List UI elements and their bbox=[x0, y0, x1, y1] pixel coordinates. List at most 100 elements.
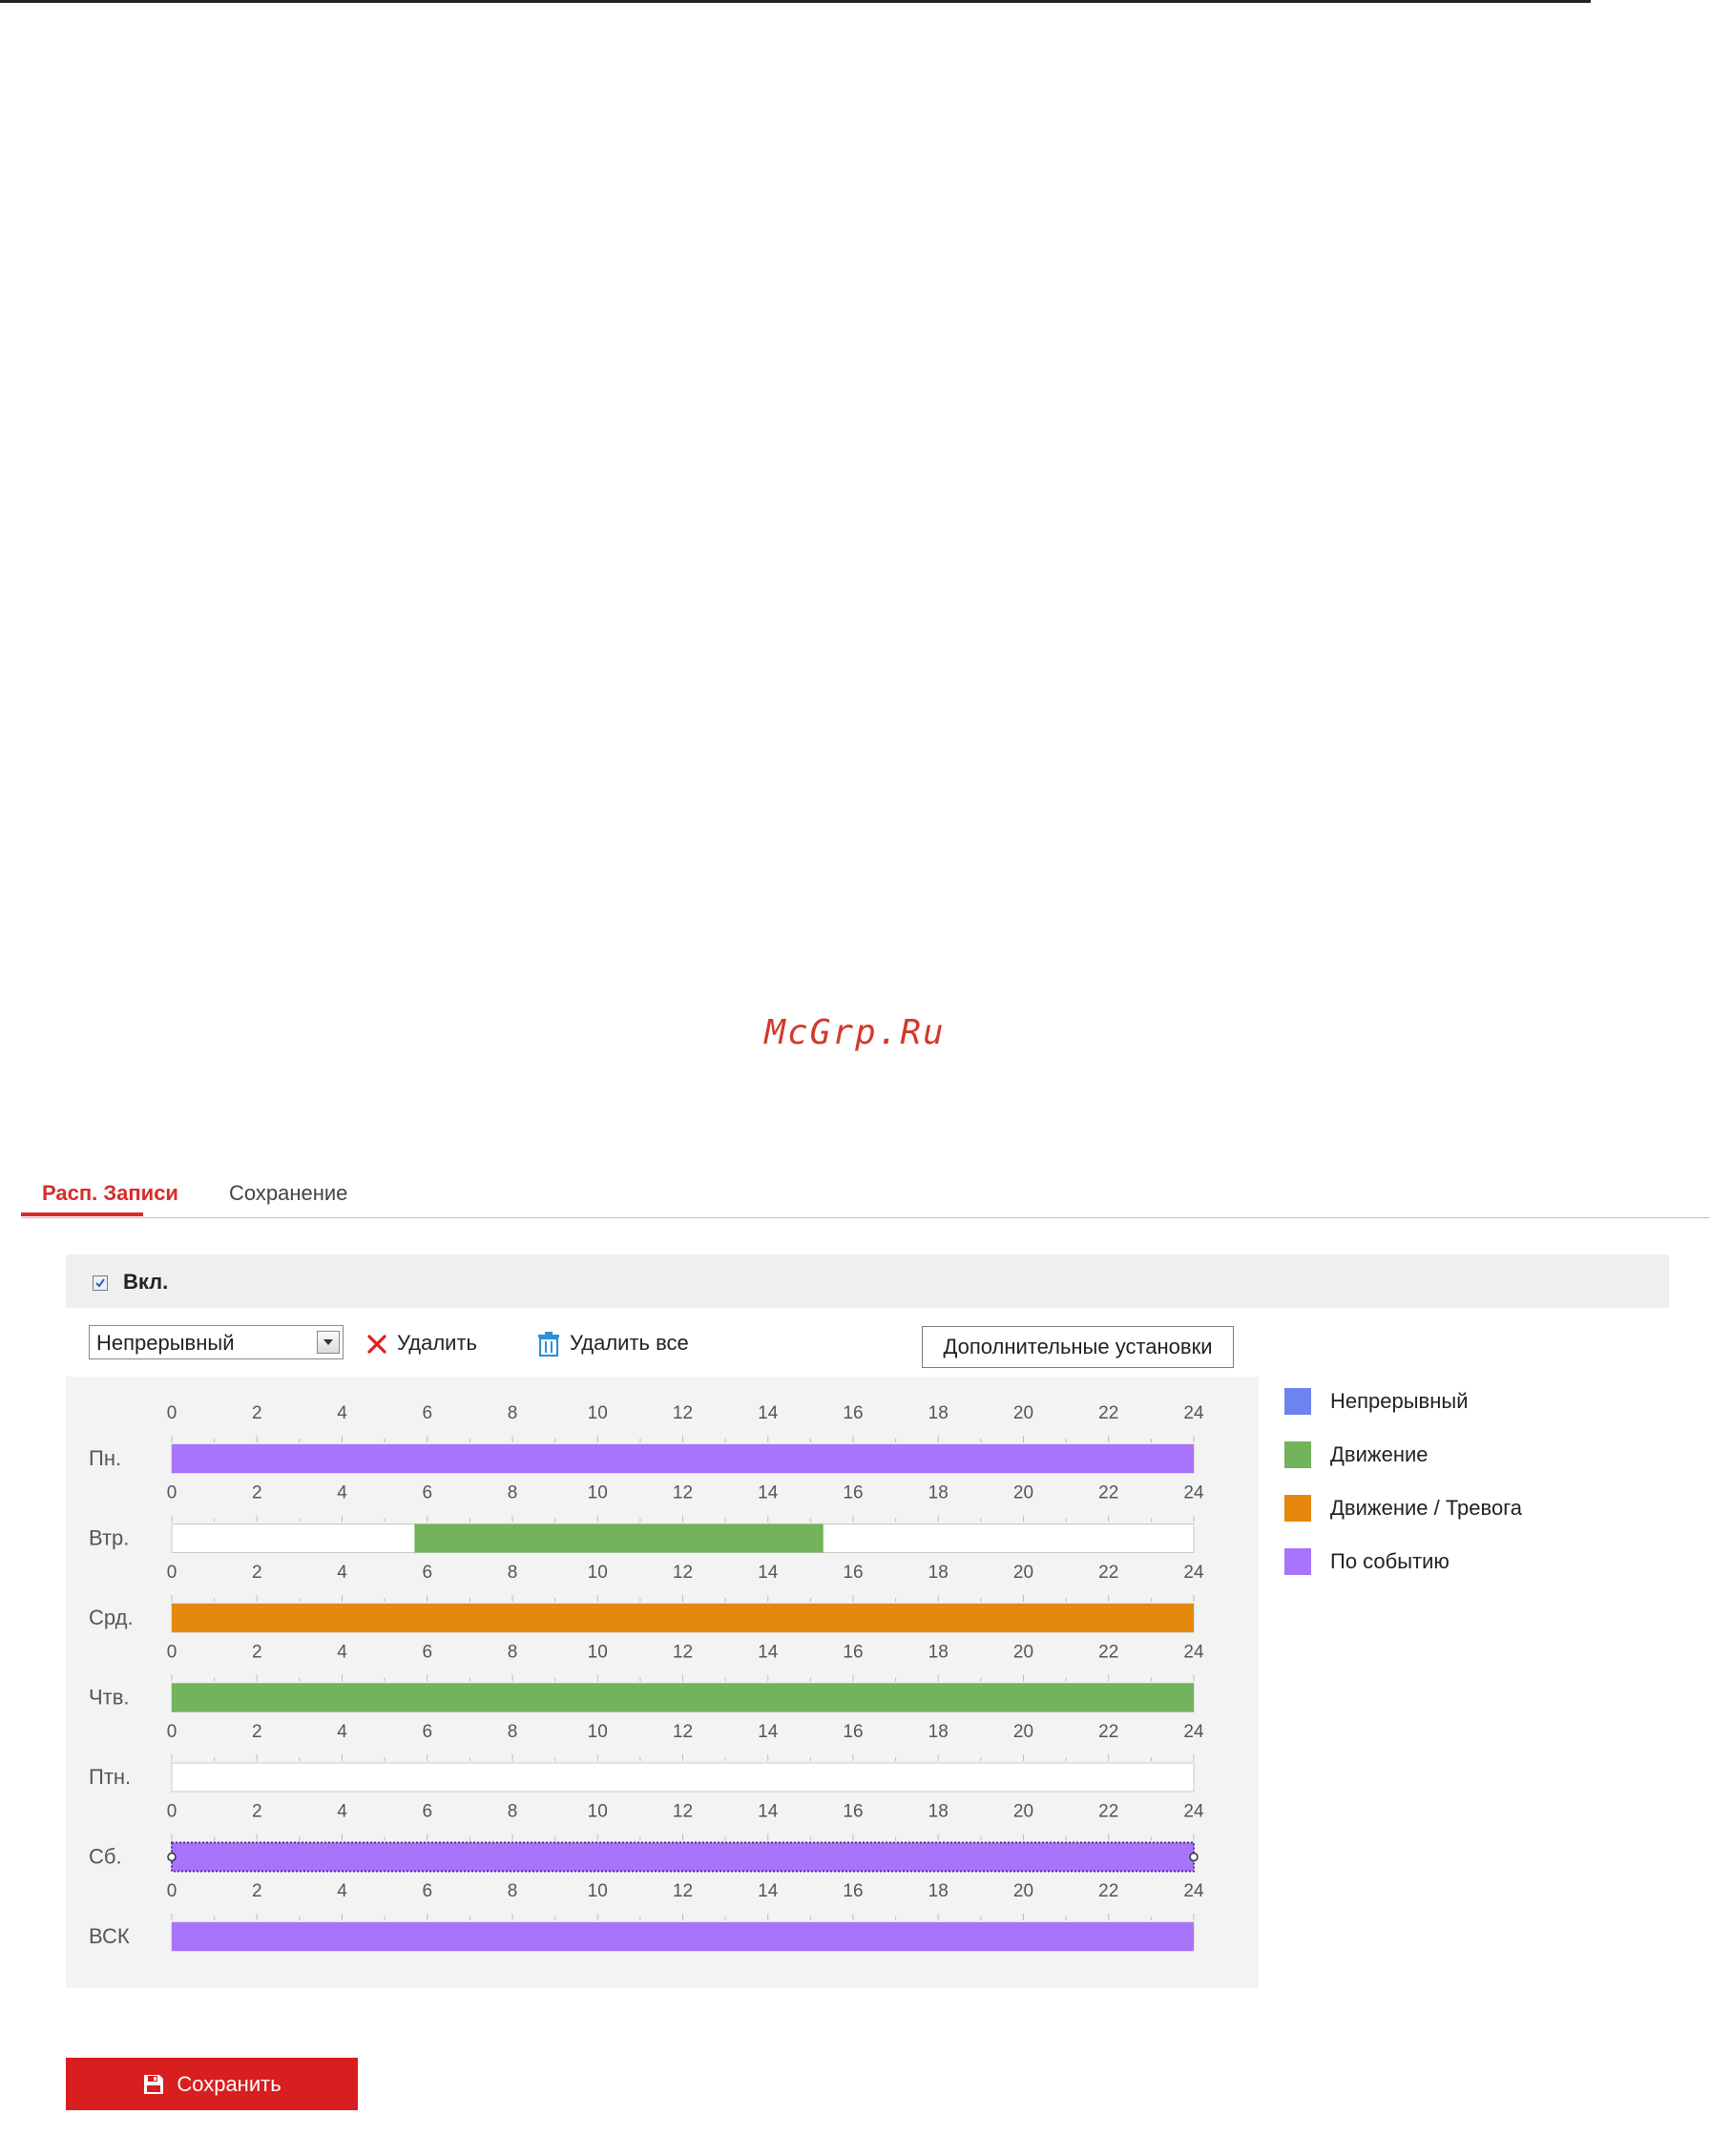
delete-button[interactable]: Удалить bbox=[366, 1331, 477, 1356]
schedule-timeline[interactable]: 0 2 4 6 8 10 12 14 16 18 20 22 24Пн.0 2 4 6 8 10 12 14 16 18 2… bbox=[66, 1377, 1259, 1988]
schedule-segment-motion[interactable] bbox=[414, 1524, 824, 1553]
hour-tick-label: 4 bbox=[337, 1563, 347, 1583]
hour-tick-label: 14 bbox=[758, 1802, 779, 1822]
hour-tick-label: 12 bbox=[673, 1403, 693, 1423]
hour-tick-label: 20 bbox=[1013, 1563, 1033, 1583]
hour-tick-label: 14 bbox=[758, 1563, 779, 1583]
hour-tick-label: 8 bbox=[508, 1563, 518, 1583]
hour-tick-label: 22 bbox=[1098, 1722, 1118, 1742]
hour-tick-label: 22 bbox=[1098, 1643, 1118, 1663]
day-row: 0 2 4 6 8 10 12 14 16 18 20 22 24Сб. bbox=[89, 1802, 1204, 1873]
hour-tick-label: 16 bbox=[843, 1483, 863, 1503]
segment-end-handle[interactable] bbox=[1189, 1852, 1199, 1862]
enable-checkbox[interactable] bbox=[93, 1275, 108, 1291]
hour-tick-label: 8 bbox=[508, 1802, 518, 1822]
save-label: Сохранить bbox=[177, 2072, 282, 2097]
day-track[interactable] bbox=[171, 1762, 1195, 1793]
day-label: Птн. bbox=[89, 1765, 131, 1789]
hour-tick-label: 8 bbox=[508, 1403, 518, 1423]
hour-tick-label: 20 bbox=[1013, 1722, 1033, 1742]
legend-swatch bbox=[1284, 1495, 1311, 1522]
top-rule bbox=[0, 0, 1591, 3]
hour-tick-label: 22 bbox=[1098, 1563, 1118, 1583]
tab-divider bbox=[21, 1217, 1710, 1218]
tab-storage[interactable]: Сохранение bbox=[229, 1173, 347, 1216]
hour-tick-label: 24 bbox=[1183, 1403, 1204, 1423]
dropdown-button[interactable] bbox=[317, 1331, 340, 1354]
legend-label: Непрерывный bbox=[1330, 1389, 1469, 1413]
hour-tick-label: 18 bbox=[928, 1802, 949, 1822]
hour-tick-label: 18 bbox=[928, 1643, 949, 1663]
hour-tick-label: 0 bbox=[167, 1643, 177, 1663]
hour-tick-label: 10 bbox=[588, 1802, 608, 1822]
hour-tick-label: 12 bbox=[673, 1722, 693, 1742]
hour-tick-label: 24 bbox=[1183, 1881, 1204, 1901]
hour-tick-label: 22 bbox=[1098, 1483, 1118, 1503]
hour-tick-label: 12 bbox=[673, 1802, 693, 1822]
hour-tick-label: 0 bbox=[167, 1881, 177, 1901]
hour-tick-label: 24 bbox=[1183, 1802, 1204, 1822]
hour-tick-label: 16 bbox=[843, 1722, 863, 1742]
hour-tick-label: 20 bbox=[1013, 1643, 1033, 1663]
hour-tick-label: 10 bbox=[588, 1563, 608, 1583]
legend-label: Движение bbox=[1330, 1442, 1428, 1466]
day-label: Втр. bbox=[89, 1526, 129, 1550]
chevron-down-icon bbox=[323, 1339, 333, 1345]
advanced-settings-button[interactable]: Дополнительные установки bbox=[922, 1326, 1234, 1368]
hour-tick-label: 2 bbox=[252, 1563, 262, 1583]
schedule-panel: 0 2 4 6 8 10 12 14 16 18 20 22 24 Пн. 0 2 4 6 8 10 12 14 16 18 2… bbox=[66, 1377, 1259, 1988]
record-type-select[interactable]: Непрерывный bbox=[89, 1325, 344, 1359]
hour-tick-label: 24 bbox=[1183, 1483, 1204, 1503]
hour-tick-label: 4 bbox=[337, 1722, 347, 1742]
hour-tick-label: 20 bbox=[1013, 1403, 1033, 1423]
day-row: 0 2 4 6 8 10 12 14 16 18 20 22 24ВСК bbox=[89, 1881, 1204, 1952]
hour-tick-label: 0 bbox=[167, 1802, 177, 1822]
hour-tick-label: 4 bbox=[337, 1403, 347, 1423]
hour-tick-label: 8 bbox=[508, 1881, 518, 1901]
tab-record-schedule[interactable]: Расп. Записи bbox=[21, 1173, 178, 1216]
hour-tick-label: 0 bbox=[167, 1403, 177, 1423]
hour-tick-label: 2 bbox=[252, 1881, 262, 1901]
hour-tick-label: 12 bbox=[673, 1563, 693, 1583]
hour-tick-label: 16 bbox=[843, 1881, 863, 1901]
hour-tick-label: 14 bbox=[758, 1722, 779, 1742]
hour-tick-label: 20 bbox=[1013, 1483, 1033, 1503]
day-label: Пн. bbox=[89, 1446, 121, 1470]
hour-tick-label: 0 bbox=[167, 1563, 177, 1583]
hour-tick-label: 16 bbox=[843, 1403, 863, 1423]
hour-tick-label: 12 bbox=[673, 1881, 693, 1901]
hour-tick-label: 24 bbox=[1183, 1722, 1204, 1742]
hour-tick-label: 10 bbox=[588, 1643, 608, 1663]
day-row: 0 2 4 6 8 10 12 14 16 18 20 22 24Пн. bbox=[89, 1403, 1204, 1474]
hour-tick-label: 8 bbox=[508, 1722, 518, 1742]
hour-tick-label: 16 bbox=[843, 1563, 863, 1583]
hour-tick-label: 2 bbox=[252, 1483, 262, 1503]
hour-tick-label: 14 bbox=[758, 1403, 779, 1423]
hour-tick-label: 6 bbox=[422, 1802, 432, 1822]
hour-tick-label: 16 bbox=[843, 1802, 863, 1822]
delete-all-button[interactable]: Удалить все bbox=[537, 1331, 689, 1358]
hour-tick-label: 0 bbox=[167, 1722, 177, 1742]
close-icon bbox=[367, 1335, 386, 1354]
segment-start-handle[interactable] bbox=[167, 1852, 177, 1862]
hour-tick-label: 4 bbox=[337, 1802, 347, 1822]
hour-tick-label: 10 bbox=[588, 1881, 608, 1901]
hour-tick-label: 6 bbox=[422, 1881, 432, 1901]
schedule-segment-event[interactable] bbox=[172, 1444, 1194, 1473]
schedule-segment-motion-alarm[interactable] bbox=[172, 1604, 1194, 1632]
schedule-segment-event[interactable] bbox=[172, 1922, 1194, 1951]
hour-tick-label: 18 bbox=[928, 1722, 949, 1742]
schedule-segment-motion[interactable] bbox=[172, 1683, 1194, 1712]
hour-tick-label: 18 bbox=[928, 1403, 949, 1423]
schedule-segment-event[interactable] bbox=[171, 1841, 1195, 1873]
hour-tick-label: 16 bbox=[843, 1643, 863, 1663]
delete-all-label: Удалить все bbox=[570, 1331, 689, 1355]
hour-tick-label: 8 bbox=[508, 1643, 518, 1663]
hour-tick-label: 12 bbox=[673, 1483, 693, 1503]
hour-tick-label: 2 bbox=[252, 1403, 262, 1423]
trash-icon bbox=[538, 1332, 559, 1358]
hour-tick-label: 4 bbox=[337, 1881, 347, 1901]
hour-tick-label: 6 bbox=[422, 1403, 432, 1423]
save-button[interactable]: Сохранить bbox=[66, 2058, 358, 2110]
legend-swatch bbox=[1284, 1548, 1311, 1575]
